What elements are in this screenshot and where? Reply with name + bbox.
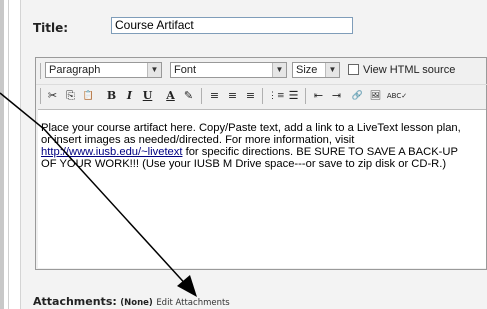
text-color-icon[interactable]: A (163, 88, 178, 104)
left-border-bar (0, 0, 4, 309)
unordered-list-icon[interactable]: ☰ (286, 88, 301, 104)
toolbar-separator (305, 88, 306, 104)
italic-button[interactable]: I (122, 88, 137, 104)
size-select-label: Size (296, 64, 318, 76)
paragraph-select[interactable]: Paragraph ▼ (45, 62, 162, 78)
highlight-color-icon[interactable]: ✎ (181, 88, 196, 104)
editor-text-line: or insert images as needed/directed. For… (41, 134, 355, 146)
toolbar-grip (40, 63, 41, 79)
copy-icon[interactable]: ⎘ (63, 88, 78, 104)
paste-icon[interactable]: 📋 (81, 88, 96, 104)
cut-icon[interactable]: ✂ (45, 88, 60, 104)
left-border-line (8, 0, 9, 309)
font-select[interactable]: Font ▼ (170, 62, 287, 78)
editor-text-line: OF YOUR WORK!!! (Use your IUSB M Drive s… (41, 158, 447, 170)
view-html-label[interactable]: View HTML source (363, 64, 455, 76)
editor-toolbar-row-1: Paragraph ▼ Font ▼ Size ▼ View HTML sour… (36, 60, 487, 82)
editor-toolbar-row-2: ✂ ⎘ 📋 B I U A ✎ ≡ ≡ ≡ ⋮≡ ☰ ⇤ ⇥ 🔗 🖼 ABC✓ (36, 84, 487, 107)
title-label: Title: (33, 21, 69, 35)
attachments-status: (None) (120, 298, 153, 308)
align-right-icon[interactable]: ≡ (243, 88, 258, 104)
chevron-down-icon: ▼ (147, 63, 161, 77)
attachments-label: Attachments: (33, 295, 117, 308)
align-left-icon[interactable]: ≡ (207, 88, 222, 104)
indent-icon[interactable]: ⇥ (329, 88, 344, 104)
toolbar-separator (201, 88, 202, 104)
toolbar-grip (40, 88, 41, 104)
rich-text-editor: Paragraph ▼ Font ▼ Size ▼ View HTML sour… (35, 57, 487, 270)
underline-button[interactable]: U (140, 88, 155, 104)
view-html-checkbox[interactable] (348, 64, 359, 75)
edit-attachments-link[interactable]: Edit Attachments (156, 298, 229, 308)
chevron-down-icon: ▼ (272, 63, 286, 77)
spellcheck-icon[interactable]: ABC✓ (386, 88, 408, 104)
editor-text-line: http://www.iusb.edu/~livetext for specif… (41, 146, 482, 158)
bold-button[interactable]: B (104, 88, 119, 104)
attachments-row: Attachments: (None) Edit Attachments (33, 295, 230, 308)
paragraph-select-label: Paragraph (49, 64, 101, 76)
chevron-down-icon: ▼ (325, 63, 339, 77)
image-icon[interactable]: 🖼 (368, 88, 383, 104)
align-center-icon[interactable]: ≡ (225, 88, 240, 104)
editor-text-line: Place your course artifact here. Copy/Pa… (41, 122, 461, 134)
editor-content-area[interactable]: Place your course artifact here. Copy/Pa… (38, 109, 486, 268)
link-icon[interactable]: 🔗 (350, 88, 365, 104)
outdent-icon[interactable]: ⇤ (311, 88, 326, 104)
ordered-list-icon[interactable]: ⋮≡ (268, 88, 285, 104)
title-input[interactable]: Course Artifact (111, 17, 353, 34)
font-select-label: Font (174, 64, 197, 76)
size-select[interactable]: Size ▼ (292, 62, 340, 78)
toolbar-separator (262, 88, 263, 104)
livetext-link[interactable]: http://www.iusb.edu/~livetext (41, 146, 182, 158)
editor-text-fragment: for specific directions. BE SURE TO SAVE… (182, 146, 458, 158)
